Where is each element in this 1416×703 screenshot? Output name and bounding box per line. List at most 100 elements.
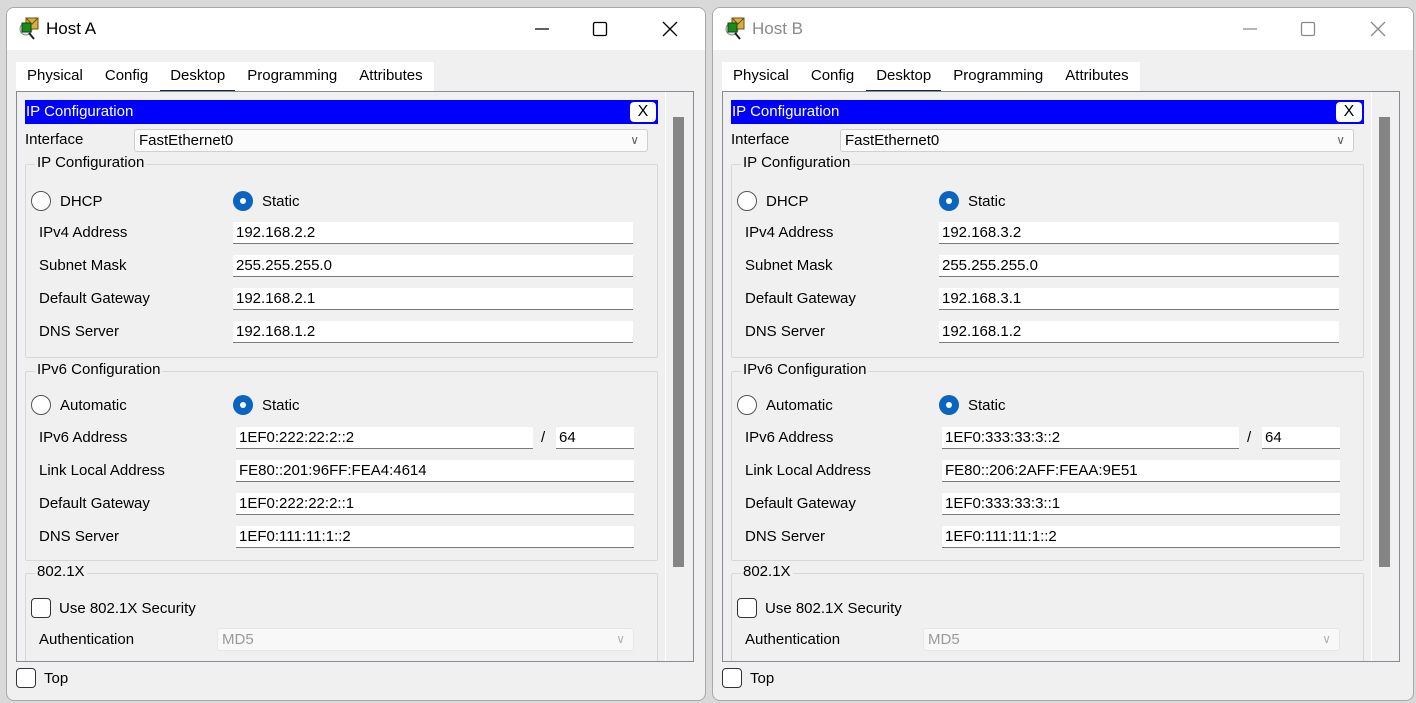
top-checkbox[interactable]: Top <box>722 668 774 688</box>
ipv4-subnet-mask-input[interactable]: 255.255.255.0 <box>939 255 1339 277</box>
ipv6-dns-server-input[interactable]: 1EF0:111:11:1::2 <box>236 526 634 548</box>
chevron-down-icon: ∨ <box>630 133 639 147</box>
ipv6-static-radio[interactable]: Static <box>939 395 1006 415</box>
ipv6-prefix-length-input[interactable]: 64 <box>556 427 634 449</box>
use-8021x-security-label: Use 802.1X Security <box>59 599 196 617</box>
ipv6-automatic-radio[interactable]: Automatic <box>737 395 833 415</box>
ipv4-default-gateway-input[interactable]: 192.168.3.1 <box>939 288 1339 310</box>
ipv4-default-gateway-label: Default Gateway <box>39 290 150 307</box>
dhcp-radio-label: DHCP <box>60 192 103 210</box>
authentication-select[interactable]: MD5 ∨ <box>217 628 634 651</box>
tab-desktop[interactable]: Desktop <box>865 62 942 94</box>
tab-config[interactable]: Config <box>94 62 159 92</box>
interface-select[interactable]: FastEthernet0 ∨ <box>134 129 648 152</box>
scrollbar-thumb[interactable] <box>673 117 684 567</box>
ipv4-dns-server-input[interactable]: 192.168.1.2 <box>233 321 633 343</box>
tab-physical[interactable]: Physical <box>16 62 94 92</box>
panel-close-button[interactable]: X <box>630 102 656 122</box>
tab-physical[interactable]: Physical <box>722 62 800 92</box>
dot1x-group-legend: 802.1X <box>35 563 87 580</box>
ipv6-address-input[interactable]: 1EF0:222:22:2::2 <box>236 427 533 449</box>
ipv4-static-radio-indicator <box>939 191 959 211</box>
desktop-content: IP Configuration X Interface FastEtherne… <box>16 91 694 662</box>
ipv4-ipv4-address-label: IPv4 Address <box>39 224 128 241</box>
window-title: Host B <box>752 19 804 38</box>
tab-strip: Physical Config Desktop Programming Attribut… <box>722 62 1140 94</box>
ipv4-static-radio-label: Static <box>262 192 300 210</box>
tab-strip: Physical Config Desktop Programming Attribut… <box>16 62 434 94</box>
title-bar[interactable]: Host B <box>713 8 1413 50</box>
vertical-scrollbar[interactable] <box>1371 92 1399 661</box>
ipv6-group-legend: IPv6 Configuration <box>35 361 163 378</box>
ipv4-subnet-mask-label: Subnet Mask <box>745 257 833 274</box>
minimize-button[interactable] <box>1227 8 1273 50</box>
title-bar[interactable]: Host A <box>7 8 705 50</box>
tab-programming[interactable]: Programming <box>942 62 1054 92</box>
ipv4-dns-server-label: DNS Server <box>745 323 826 340</box>
use-8021x-security-checkbox-box <box>31 598 51 618</box>
ipv6-automatic-radio-indicator <box>31 395 51 415</box>
use-8021x-security-checkbox[interactable]: Use 802.1X Security <box>737 598 902 618</box>
minimize-button[interactable] <box>519 8 565 50</box>
top-checkbox[interactable]: Top <box>16 668 68 688</box>
authentication-select-value: MD5 <box>222 631 254 648</box>
ipv6-group-legend: IPv6 Configuration <box>741 361 869 378</box>
ipv4-static-radio[interactable]: Static <box>939 191 1006 211</box>
ipv6-dns-server-input[interactable]: 1EF0:111:11:1::2 <box>942 526 1340 548</box>
ipv6-dns-server-label: DNS Server <box>745 528 826 545</box>
ipv6-automatic-radio-label: Automatic <box>766 396 833 414</box>
ip-configuration-panel-title: IP Configuration X <box>731 100 1364 124</box>
ipv4-dns-server-input[interactable]: 192.168.1.2 <box>939 321 1339 343</box>
authentication-select[interactable]: MD5 ∨ <box>923 628 1340 651</box>
window-title: Host A <box>46 19 97 38</box>
ipv4-dns-server-label: DNS Server <box>39 323 120 340</box>
ipv6-link-local-address-label: Link Local Address <box>39 462 165 479</box>
ipv6-default-gateway-input[interactable]: 1EF0:333:33:3::1 <box>942 493 1340 515</box>
tab-programming[interactable]: Programming <box>236 62 348 92</box>
tab-attributes[interactable]: Attributes <box>348 62 433 92</box>
packet-tracer-pc-icon <box>19 17 39 40</box>
vertical-scrollbar[interactable] <box>665 92 693 661</box>
ipv4-group-legend: IP Configuration <box>741 154 853 171</box>
interface-label: Interface <box>731 131 790 148</box>
dot1x-group: 802.1X Use 802.1X Security Authenticatio… <box>731 563 1364 661</box>
packet-tracer-pc-icon <box>725 17 745 40</box>
ipv4-subnet-mask-input[interactable]: 255.255.255.0 <box>233 255 633 277</box>
tab-config[interactable]: Config <box>800 62 865 92</box>
ipv4-default-gateway-input[interactable]: 192.168.2.1 <box>233 288 633 310</box>
ipv6-address-label: IPv6 Address <box>745 429 834 446</box>
dot1x-group-legend: 802.1X <box>741 563 793 580</box>
tab-attributes[interactable]: Attributes <box>1054 62 1139 92</box>
top-checkbox-label: Top <box>44 669 69 687</box>
tab-desktop[interactable]: Desktop <box>159 62 236 94</box>
dot1x-group: 802.1X Use 802.1X Security Authenticatio… <box>25 563 658 661</box>
ipv6-automatic-radio[interactable]: Automatic <box>31 395 127 415</box>
ipv6-address-input[interactable]: 1EF0:333:33:3::2 <box>942 427 1239 449</box>
ipv6-link-local-address-input[interactable]: FE80::206:2AFF:FEAA:9E51 <box>942 460 1340 482</box>
interface-select[interactable]: FastEthernet0 ∨ <box>840 129 1354 152</box>
ipv6-link-local-address-input[interactable]: FE80::201:96FF:FEA4:4614 <box>236 460 634 482</box>
maximize-button[interactable] <box>1285 8 1331 50</box>
ipv4-static-radio-indicator <box>233 191 253 211</box>
ipv4-ipv4-address-input[interactable]: 192.168.2.2 <box>233 222 633 244</box>
ipv4-ipv4-address-input[interactable]: 192.168.3.2 <box>939 222 1339 244</box>
ipv4-static-radio[interactable]: Static <box>233 191 300 211</box>
ipv6-static-radio-indicator <box>233 395 253 415</box>
close-button[interactable] <box>1355 8 1401 50</box>
ipv6-automatic-radio-label: Automatic <box>60 396 127 414</box>
use-8021x-security-checkbox[interactable]: Use 802.1X Security <box>31 598 196 618</box>
desktop-content: IP Configuration X Interface FastEtherne… <box>722 91 1400 662</box>
ipv6-default-gateway-input[interactable]: 1EF0:222:22:2::1 <box>236 493 634 515</box>
close-button[interactable] <box>647 8 693 50</box>
ipv6-prefix-length-input[interactable]: 64 <box>1262 427 1340 449</box>
scrollbar-thumb[interactable] <box>1379 117 1390 567</box>
panel-title-text: IP Configuration <box>732 103 840 120</box>
chevron-down-icon: ∨ <box>1336 133 1345 147</box>
panel-close-button[interactable]: X <box>1336 102 1362 122</box>
ipv6-static-radio[interactable]: Static <box>233 395 300 415</box>
maximize-icon <box>592 21 608 37</box>
dhcp-radio[interactable]: DHCP <box>737 191 809 211</box>
dhcp-radio[interactable]: DHCP <box>31 191 103 211</box>
authentication-label: Authentication <box>745 631 841 648</box>
maximize-button[interactable] <box>577 8 623 50</box>
